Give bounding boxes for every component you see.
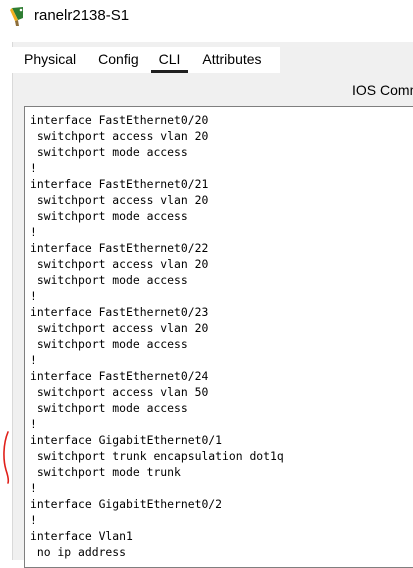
console-line: !	[30, 289, 37, 303]
console-line: interface Vlan1	[30, 529, 133, 543]
window-title: ranelr2138-S1	[34, 7, 130, 24]
console-line: switchport mode access	[30, 401, 188, 415]
console-output: interface FastEthernet0/20 switchport ac…	[30, 112, 284, 560]
console-line: switchport mode access	[30, 145, 188, 159]
console-line: !	[30, 417, 37, 431]
cli-console[interactable]: interface FastEthernet0/20 switchport ac…	[24, 106, 413, 568]
tab-bar: Physical Config CLI Attributes	[12, 47, 280, 73]
console-line: switchport access vlan 20	[30, 193, 209, 207]
console-line: switchport mode trunk	[30, 465, 181, 479]
console-line: switchport mode access	[30, 337, 188, 351]
console-line: switchport access vlan 20	[30, 257, 209, 271]
console-line: interface FastEthernet0/22	[30, 241, 209, 255]
console-line: interface FastEthernet0/21	[30, 177, 209, 191]
console-line: switchport mode access	[30, 209, 188, 223]
console-line: !	[30, 225, 37, 239]
console-line: !	[30, 353, 37, 367]
console-line: interface FastEthernet0/20	[30, 113, 209, 127]
console-line: !	[30, 481, 37, 495]
console-line: interface GigabitEthernet0/1	[30, 433, 223, 447]
console-line: switchport access vlan 50	[30, 385, 209, 399]
console-line: no ip address	[30, 545, 127, 559]
router-device-icon	[8, 5, 30, 27]
tab-config[interactable]: Config	[92, 51, 144, 73]
ios-command-line-heading: IOS Comm	[352, 82, 413, 98]
tab-physical[interactable]: Physical	[18, 51, 82, 73]
console-line: interface FastEthernet0/23	[30, 305, 209, 319]
tab-cli[interactable]: CLI	[150, 51, 189, 73]
console-line: !	[30, 513, 37, 527]
console-line: interface GigabitEthernet0/2	[30, 497, 223, 511]
console-line: interface FastEthernet0/24	[30, 369, 209, 383]
title-bar: ranelr2138-S1	[0, 0, 413, 34]
tab-attributes[interactable]: Attributes	[196, 51, 267, 73]
console-line: !	[30, 161, 37, 175]
console-line: switchport access vlan 20	[30, 321, 209, 335]
console-line: switchport trunk encapsulation dot1q	[30, 449, 284, 463]
console-line: switchport access vlan 20	[30, 129, 209, 143]
red-pen-annotation	[3, 431, 10, 484]
console-line: switchport mode access	[30, 273, 188, 287]
